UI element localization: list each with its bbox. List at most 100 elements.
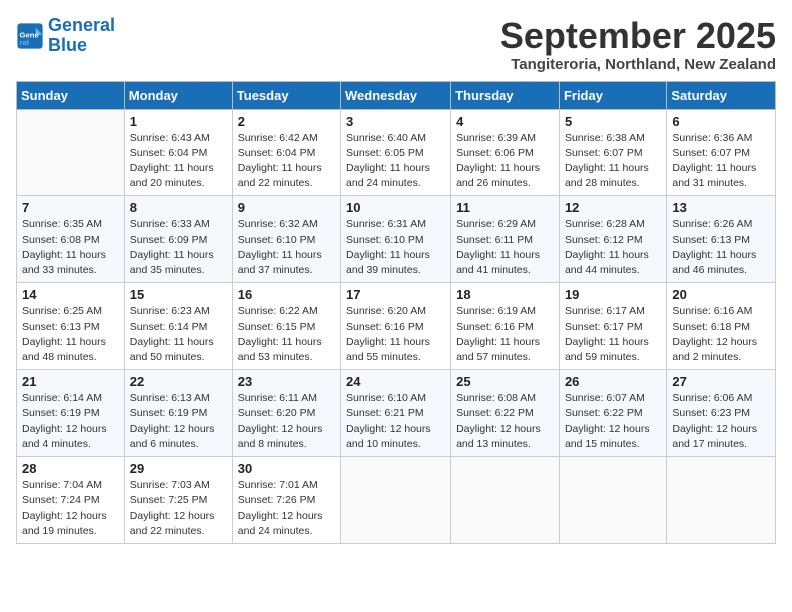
calendar-cell: 29 Sunrise: 7:03 AM Sunset: 7:25 PM Dayli…	[124, 457, 232, 544]
calendar-cell: 5 Sunrise: 6:38 AM Sunset: 6:07 PM Daylig…	[559, 109, 666, 196]
calendar-cell: 26 Sunrise: 6:07 AM Sunset: 6:22 PM Dayli…	[559, 370, 666, 457]
day-number: 8	[130, 200, 227, 215]
day-number: 15	[130, 287, 227, 302]
day-info: Sunrise: 6:38 AM Sunset: 6:07 PM Dayligh…	[565, 131, 661, 192]
logo-line1: General	[48, 15, 115, 35]
day-info: Sunrise: 6:14 AM Sunset: 6:19 PM Dayligh…	[22, 391, 119, 452]
calendar-cell: 14 Sunrise: 6:25 AM Sunset: 6:13 PM Dayli…	[17, 283, 125, 370]
day-number: 16	[238, 287, 335, 302]
day-number: 14	[22, 287, 119, 302]
day-number: 23	[238, 374, 335, 389]
page-header: Gene ral General Blue September 2025 Tan…	[16, 16, 776, 73]
day-info: Sunrise: 6:35 AM Sunset: 6:08 PM Dayligh…	[22, 217, 119, 278]
day-number: 1	[130, 114, 227, 129]
calendar-cell: 15 Sunrise: 6:23 AM Sunset: 6:14 PM Dayli…	[124, 283, 232, 370]
logo-text: General Blue	[48, 16, 115, 56]
day-number: 3	[346, 114, 445, 129]
calendar-cell: 8 Sunrise: 6:33 AM Sunset: 6:09 PM Daylig…	[124, 196, 232, 283]
day-number: 22	[130, 374, 227, 389]
calendar-table: SundayMondayTuesdayWednesdayThursdayFrid…	[16, 81, 776, 544]
calendar-cell: 13Sunrise: 6:26 AM Sunset: 6:13 PM Dayli…	[667, 196, 776, 283]
day-number: 27	[672, 374, 770, 389]
day-info: Sunrise: 6:32 AM Sunset: 6:10 PM Dayligh…	[238, 217, 335, 278]
day-number: 29	[130, 461, 227, 476]
calendar-cell: 18 Sunrise: 6:19 AM Sunset: 6:16 PM Dayli…	[451, 283, 560, 370]
calendar-week-3: 14 Sunrise: 6:25 AM Sunset: 6:13 PM Dayli…	[17, 283, 776, 370]
day-info: Sunrise: 6:29 AM Sunset: 6:11 PM Dayligh…	[456, 217, 554, 278]
day-info: Sunrise: 6:19 AM Sunset: 6:16 PM Dayligh…	[456, 304, 554, 365]
location-subtitle: Tangiteroria, Northland, New Zealand	[500, 56, 776, 73]
col-header-sunday: Sunday	[17, 81, 125, 109]
day-info: Sunrise: 6:20 AM Sunset: 6:16 PM Dayligh…	[346, 304, 445, 365]
day-info: Sunrise: 6:06 AM Sunset: 6:23 PM Dayligh…	[672, 391, 770, 452]
calendar-cell: 9 Sunrise: 6:32 AM Sunset: 6:10 PM Daylig…	[232, 196, 340, 283]
logo-icon: Gene ral	[16, 22, 44, 50]
calendar-cell: 1 Sunrise: 6:43 AM Sunset: 6:04 PM Daylig…	[124, 109, 232, 196]
day-info: Sunrise: 6:23 AM Sunset: 6:14 PM Dayligh…	[130, 304, 227, 365]
day-info: Sunrise: 6:10 AM Sunset: 6:21 PM Dayligh…	[346, 391, 445, 452]
calendar-week-4: 21 Sunrise: 6:14 AM Sunset: 6:19 PM Dayli…	[17, 370, 776, 457]
calendar-cell: 10Sunrise: 6:31 AM Sunset: 6:10 PM Dayli…	[341, 196, 451, 283]
month-title: September 2025	[500, 16, 776, 56]
col-header-tuesday: Tuesday	[232, 81, 340, 109]
day-info: Sunrise: 7:03 AM Sunset: 7:25 PM Dayligh…	[130, 478, 227, 539]
day-number: 17	[346, 287, 445, 302]
day-number: 18	[456, 287, 554, 302]
day-info: Sunrise: 6:36 AM Sunset: 6:07 PM Dayligh…	[672, 131, 770, 192]
calendar-cell	[667, 457, 776, 544]
calendar-cell: 20Sunrise: 6:16 AM Sunset: 6:18 PM Dayli…	[667, 283, 776, 370]
calendar-cell	[451, 457, 560, 544]
calendar-cell: 28 Sunrise: 7:04 AM Sunset: 7:24 PM Dayli…	[17, 457, 125, 544]
day-info: Sunrise: 6:42 AM Sunset: 6:04 PM Dayligh…	[238, 131, 335, 192]
svg-text:ral: ral	[20, 38, 29, 47]
calendar-cell: 2 Sunrise: 6:42 AM Sunset: 6:04 PM Daylig…	[232, 109, 340, 196]
calendar-week-5: 28 Sunrise: 7:04 AM Sunset: 7:24 PM Dayli…	[17, 457, 776, 544]
day-number: 7	[22, 200, 119, 215]
calendar-cell: 12 Sunrise: 6:28 AM Sunset: 6:12 PM Dayli…	[559, 196, 666, 283]
col-header-friday: Friday	[559, 81, 666, 109]
day-number: 26	[565, 374, 661, 389]
day-info: Sunrise: 6:28 AM Sunset: 6:12 PM Dayligh…	[565, 217, 661, 278]
day-info: Sunrise: 6:07 AM Sunset: 6:22 PM Dayligh…	[565, 391, 661, 452]
day-number: 6	[672, 114, 770, 129]
logo-line2: Blue	[48, 36, 115, 56]
day-info: Sunrise: 6:22 AM Sunset: 6:15 PM Dayligh…	[238, 304, 335, 365]
day-info: Sunrise: 6:25 AM Sunset: 6:13 PM Dayligh…	[22, 304, 119, 365]
day-info: Sunrise: 6:33 AM Sunset: 6:09 PM Dayligh…	[130, 217, 227, 278]
calendar-cell: 7 Sunrise: 6:35 AM Sunset: 6:08 PM Daylig…	[17, 196, 125, 283]
day-number: 28	[22, 461, 119, 476]
day-info: Sunrise: 6:39 AM Sunset: 6:06 PM Dayligh…	[456, 131, 554, 192]
calendar-cell: 17 Sunrise: 6:20 AM Sunset: 6:16 PM Dayli…	[341, 283, 451, 370]
calendar-cell	[341, 457, 451, 544]
day-number: 5	[565, 114, 661, 129]
day-info: Sunrise: 6:08 AM Sunset: 6:22 PM Dayligh…	[456, 391, 554, 452]
calendar-cell: 30 Sunrise: 7:01 AM Sunset: 7:26 PM Dayli…	[232, 457, 340, 544]
calendar-cell	[559, 457, 666, 544]
day-number: 2	[238, 114, 335, 129]
calendar-cell: 24 Sunrise: 6:10 AM Sunset: 6:21 PM Dayli…	[341, 370, 451, 457]
day-number: 12	[565, 200, 661, 215]
calendar-cell: 19Sunrise: 6:17 AM Sunset: 6:17 PM Dayli…	[559, 283, 666, 370]
day-number: 30	[238, 461, 335, 476]
day-info: Sunrise: 6:43 AM Sunset: 6:04 PM Dayligh…	[130, 131, 227, 192]
day-number: 11	[456, 200, 554, 215]
calendar-cell: 21 Sunrise: 6:14 AM Sunset: 6:19 PM Dayli…	[17, 370, 125, 457]
day-info: Sunrise: 7:04 AM Sunset: 7:24 PM Dayligh…	[22, 478, 119, 539]
day-info: Sunrise: 6:40 AM Sunset: 6:05 PM Dayligh…	[346, 131, 445, 192]
calendar-cell	[17, 109, 125, 196]
day-number: 20	[672, 287, 770, 302]
calendar-cell: 23Sunrise: 6:11 AM Sunset: 6:20 PM Dayli…	[232, 370, 340, 457]
day-number: 19	[565, 287, 661, 302]
col-header-saturday: Saturday	[667, 81, 776, 109]
col-header-monday: Monday	[124, 81, 232, 109]
day-number: 4	[456, 114, 554, 129]
day-info: Sunrise: 7:01 AM Sunset: 7:26 PM Dayligh…	[238, 478, 335, 539]
day-number: 21	[22, 374, 119, 389]
day-number: 24	[346, 374, 445, 389]
calendar-cell: 6 Sunrise: 6:36 AM Sunset: 6:07 PM Daylig…	[667, 109, 776, 196]
calendar-cell: 25Sunrise: 6:08 AM Sunset: 6:22 PM Dayli…	[451, 370, 560, 457]
day-number: 9	[238, 200, 335, 215]
col-header-thursday: Thursday	[451, 81, 560, 109]
calendar-week-1: 1 Sunrise: 6:43 AM Sunset: 6:04 PM Daylig…	[17, 109, 776, 196]
col-header-wednesday: Wednesday	[341, 81, 451, 109]
